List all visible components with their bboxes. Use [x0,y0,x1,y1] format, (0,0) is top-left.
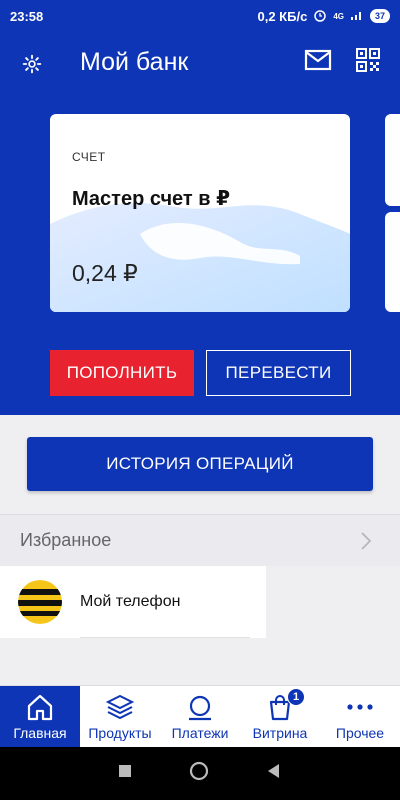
nav-label-more: Прочее [335,725,385,741]
signal-icon [350,9,364,24]
card-background-art [50,203,350,312]
transfer-button[interactable]: ПЕРЕВЕСТИ [206,350,351,396]
next-card-peek[interactable] [385,114,400,206]
gear-icon [22,54,42,74]
network-type: 4G [333,11,344,21]
payments-icon [184,692,216,722]
qr-button[interactable] [356,48,386,78]
nav-label-products: Продукты [88,725,152,741]
nav-item-products[interactable]: Продукты [80,686,160,747]
card-balance: 0,24 ₽ [72,260,138,286]
topup-button[interactable]: ПОПОЛНИТЬ [50,350,194,396]
system-nav-bar [0,747,400,800]
mail-button[interactable] [304,48,334,76]
nav-label-home: Главная [13,725,67,741]
status-right: 0,2 КБ/с 4G 37 [257,8,390,25]
nav-label-showcase: Витрина [252,725,308,741]
qr-code-icon [356,48,380,72]
card-account-name: Мастер счет в ₽ [72,188,231,210]
nav-item-more[interactable]: Прочее [320,686,400,747]
favorite-item[interactable]: Мой телефон [0,566,266,638]
back-triangle-icon [267,764,279,778]
favorites-header[interactable]: Избранное [0,514,400,566]
home-icon [24,692,56,722]
notification-badge: 1 [287,688,305,706]
nav-label-payments: Платежи [171,725,229,741]
top-app-bar: Мой банк [0,32,400,94]
mail-icon [304,49,332,71]
favorites-title: Избранное [20,530,112,550]
square-icon [119,765,132,777]
status-bar: 23:58 0,2 КБ/с 4G 37 [0,0,400,32]
header: Мой банк СЧЕТ Мастер счет в ₽ 0,24 ₽ ПОП… [0,32,400,415]
battery-indicator: 37 [369,9,390,23]
next-card-peek-lower[interactable] [385,212,400,312]
alarm-icon [313,8,327,25]
home-system-button[interactable] [189,761,209,786]
page-title: Мой банк [80,48,189,76]
settings-button[interactable] [18,50,46,78]
bottom-nav: Главная Продукты Платежи 1 Витрина Проче… [0,685,400,747]
more-icon [344,692,376,722]
beeline-logo-icon [18,580,62,624]
status-time: 23:58 [10,8,44,24]
card-type-label: СЧЕТ [72,150,106,164]
nav-item-home[interactable]: Главная [0,686,80,747]
layers-icon [104,692,136,722]
circle-icon [189,761,209,781]
recents-button[interactable] [118,764,132,783]
favorite-item-label: Мой телефон [80,593,181,610]
divider [80,637,250,638]
back-button[interactable] [266,763,282,784]
nav-item-payments[interactable]: Платежи [160,686,240,747]
nav-item-showcase[interactable]: 1 Витрина [240,686,320,747]
account-card[interactable]: СЧЕТ Мастер счет в ₽ 0,24 ₽ [50,114,350,312]
network-speed: 0,2 КБ/с [257,8,308,24]
chevron-right-icon [361,532,372,550]
history-button[interactable]: ИСТОРИЯ ОПЕРАЦИЙ [27,437,373,491]
